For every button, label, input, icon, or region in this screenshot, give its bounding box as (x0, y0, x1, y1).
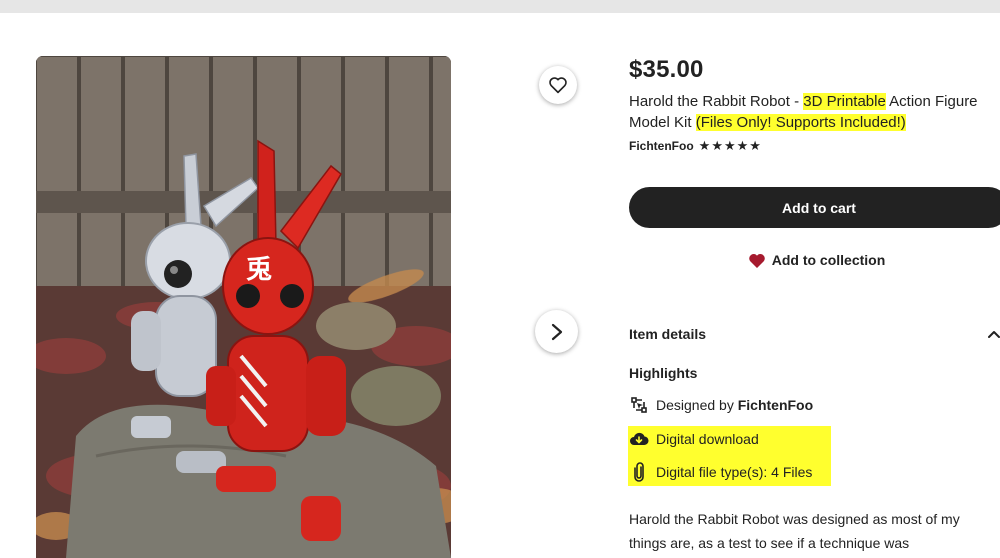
item-details-toggle[interactable]: Item details (629, 323, 1000, 345)
designed-by-row: Designed by FichtenFoo (629, 395, 813, 415)
shop-rating-row: FichtenFoo ★ ★ ★ ★ ★ (629, 139, 761, 154)
next-image-button[interactable] (535, 310, 578, 353)
star-icon: ★ (749, 138, 761, 153)
star-icon: ★ (698, 138, 711, 153)
item-details-label: Item details (629, 326, 707, 342)
chevron-right-icon (551, 323, 562, 340)
star-rating[interactable]: ★ ★ ★ ★ ★ (699, 139, 761, 153)
highlights-heading: Highlights (629, 365, 698, 381)
paperclip-icon (629, 462, 649, 482)
star-icon: ★ (723, 138, 736, 153)
listing-title: Harold the Rabbit Robot - 3D Printable A… (629, 91, 999, 133)
price: $35.00 (629, 56, 704, 83)
item-description: Harold the Rabbit Robot was designed as … (629, 511, 960, 551)
svg-text:兎: 兎 (246, 255, 272, 285)
add-to-collection-button[interactable]: Add to collection (629, 248, 1000, 272)
star-icon: ★ (736, 138, 749, 153)
designed-by-name: FichtenFoo (737, 397, 814, 413)
file-type-row: Digital file type(s): 4 Files (629, 462, 812, 482)
chevron-up-icon (988, 331, 1000, 338)
shop-name-link[interactable]: FichtenFoo (629, 139, 694, 153)
title-highlight-1: 3D Printable (803, 93, 886, 110)
cloud-download-icon (629, 429, 649, 449)
title-highlight-2: (Files Only! Supports Included!) (695, 114, 906, 131)
designer-icon (629, 395, 649, 415)
heart-filled-icon (748, 253, 765, 268)
product-image[interactable]: 兎 (36, 56, 451, 558)
top-bar (0, 0, 1000, 13)
file-type-label: Digital file type(s): 4 Files (656, 464, 813, 480)
product-photo-illustration: 兎 (36, 56, 451, 558)
title-part-1: Harold the Rabbit Robot - (629, 93, 804, 110)
designed-by-prefix: Designed by (656, 397, 738, 413)
digital-download-row: Digital download (629, 429, 759, 449)
heart-outline-icon (549, 77, 567, 94)
add-to-cart-button[interactable]: Add to cart (629, 187, 1000, 228)
favorite-button[interactable] (539, 66, 577, 104)
add-to-collection-label: Add to collection (771, 252, 886, 268)
star-icon: ★ (711, 138, 723, 153)
digital-download-label: Digital download (656, 431, 759, 447)
